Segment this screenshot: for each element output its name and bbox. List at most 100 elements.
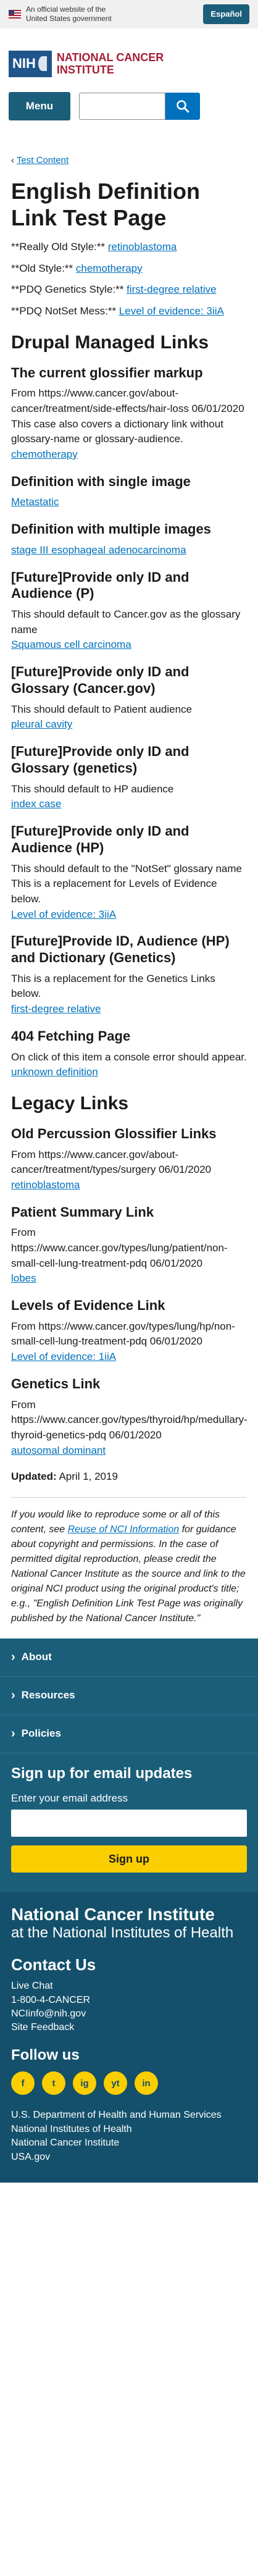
- section-link-row: first-degree relative: [11, 1002, 247, 1017]
- section-text: This should default to Patient audience: [11, 703, 192, 715]
- link-section: Genetics Link From https://www.cancer.gov…: [11, 1375, 248, 1458]
- definition-link[interactable]: index case: [11, 798, 61, 810]
- section-text: From https://www.cancer.gov/types/lung/p…: [11, 1227, 228, 1269]
- section-link-row: Metastatic: [11, 495, 247, 510]
- definition-link[interactable]: lobes: [11, 1272, 36, 1284]
- nih-logo-text: NIH: [12, 56, 36, 71]
- logo-line-1: NATIONAL CANCER: [56, 51, 164, 64]
- contact-list: Live Chat 1-800-4-CANCER NCIinfo@nih.gov Si…: [11, 1979, 247, 2035]
- definition-link[interactable]: Metastatic: [11, 496, 59, 508]
- section-title: Definition with single image: [11, 473, 191, 489]
- chevron-right-icon: ›: [11, 1650, 15, 1664]
- contact-link[interactable]: 1-800-4-CANCER: [11, 1994, 247, 2007]
- link-section: Definition with multiple images stage III…: [11, 521, 247, 558]
- link-section: [Future]Provide only ID and Glossary (ge…: [11, 744, 247, 812]
- youtube-icon[interactable]: yt: [104, 2071, 127, 2096]
- twitter-icon[interactable]: t: [42, 2071, 65, 2096]
- instagram-icon[interactable]: ig: [73, 2071, 96, 2096]
- gov-link[interactable]: National Institutes of Health: [11, 2123, 247, 2136]
- section-text: This should default to the "NotSet" glos…: [11, 862, 242, 875]
- contact-link[interactable]: Site Feedback: [11, 2021, 247, 2034]
- link-section: [Future]Provide only ID and Glossary (Ca…: [11, 664, 247, 732]
- chevron-left-icon: ‹: [11, 154, 17, 166]
- definition-link[interactable]: first-degree relative: [127, 283, 217, 295]
- definition-link[interactable]: unknown definition: [11, 1066, 98, 1078]
- intro-row: **Really Old Style:** retinoblastoma: [11, 240, 247, 255]
- nci-logo[interactable]: NIH NATIONAL CANCER INSTITUTE: [9, 51, 249, 77]
- reprint-notice: If you would like to reproduce some or a…: [11, 1496, 247, 1626]
- chevron-right-icon: ›: [11, 1689, 15, 1703]
- intro-row-label: **PDQ Genetics Style:**: [11, 283, 127, 296]
- section-link-row: Squamous cell carcinoma: [11, 637, 247, 653]
- facebook-icon[interactable]: f: [11, 2071, 35, 2096]
- section-title: The current glossifier markup: [11, 364, 203, 380]
- section-text: This case also covers a dictionary link …: [11, 417, 223, 445]
- updated-line: Updated: April 1, 2019: [11, 1469, 247, 1485]
- section-text: From https://www.cancer.gov/about-cancer…: [11, 1148, 212, 1176]
- section-link-row: chemotherapy: [11, 447, 247, 463]
- definition-link[interactable]: chemotherapy: [11, 448, 78, 460]
- breadcrumb-test-content[interactable]: Test Content: [17, 155, 69, 166]
- section-title: Genetics Link: [11, 1375, 101, 1391]
- footer-accordion-item[interactable]: › About: [0, 1638, 258, 1677]
- accordion-label: Policies: [21, 1727, 61, 1740]
- footer-org-name: National Cancer Institute: [11, 1904, 215, 1924]
- updated-label: Updated:: [11, 1471, 57, 1483]
- definition-link[interactable]: stage III esophageal adenocarcinoma: [11, 544, 186, 556]
- definition-link[interactable]: Level of evidence: 3iiA: [11, 908, 116, 920]
- follow-heading: Follow us: [11, 2046, 80, 2063]
- gov-link[interactable]: National Cancer Institute: [11, 2136, 247, 2150]
- reuse-nci-link[interactable]: Reuse of NCI Information: [68, 1524, 180, 1535]
- linkedin-icon[interactable]: in: [135, 2071, 158, 2096]
- nav-row: Menu: [9, 91, 249, 120]
- definition-link[interactable]: retinoblastoma: [108, 241, 177, 253]
- search-icon: [177, 99, 189, 113]
- section-title: [Future]Provide only ID and Audience (P): [11, 569, 189, 602]
- section-text: From https://www.cancer.gov/types/thyroi…: [11, 1398, 248, 1441]
- section-title: Levels of Evidence Link: [11, 1298, 165, 1313]
- gov-link[interactable]: U.S. Department of Health and Human Serv…: [11, 2108, 247, 2122]
- search-input[interactable]: [79, 92, 165, 120]
- menu-button[interactable]: Menu: [9, 91, 70, 120]
- drupal-heading: Drupal Managed Links: [11, 332, 209, 353]
- intro-rows: **Really Old Style:** retinoblastoma **Ol…: [11, 240, 247, 319]
- nih-swoosh-icon: [38, 56, 47, 72]
- gov-link[interactable]: USA.gov: [11, 2150, 247, 2164]
- definition-link[interactable]: Squamous cell carcinoma: [11, 639, 131, 650]
- link-section: [Future]Provide only ID and Audience (P)…: [11, 569, 247, 653]
- definition-link[interactable]: chemotherapy: [76, 262, 143, 274]
- signup-button[interactable]: Sign up: [11, 1845, 247, 1873]
- espanol-button[interactable]: Español: [203, 4, 249, 25]
- drupal-sections: The current glossifier markup From https:…: [11, 365, 247, 1017]
- email-field[interactable]: [11, 1809, 247, 1837]
- definition-link[interactable]: first-degree relative: [11, 1003, 101, 1015]
- contact-link[interactable]: Live Chat: [11, 1979, 247, 1993]
- signup-title: Sign up for email updates: [11, 1764, 193, 1782]
- footer-org-sub: at the National Institutes of Health: [11, 1924, 234, 1942]
- definition-link[interactable]: pleural cavity: [11, 718, 72, 730]
- intro-row-label: **Old Style:**: [11, 262, 76, 274]
- email-signup: Sign up for email updates Enter your ema…: [0, 1753, 258, 1892]
- footer-accordion-item[interactable]: › Policies: [0, 1715, 258, 1753]
- section-title: [Future]Provide only ID and Glossary (ge…: [11, 744, 189, 776]
- definition-link[interactable]: Level of evidence: 1iiA: [11, 1351, 116, 1362]
- definition-link[interactable]: retinoblastoma: [11, 1179, 80, 1191]
- definition-link[interactable]: Level of evidence: 3iiA: [119, 305, 224, 317]
- contact-link[interactable]: NCIinfo@nih.gov: [11, 2007, 247, 2021]
- section-title: [Future]Provide only ID and Audience (HP…: [11, 823, 189, 855]
- link-section: Levels of Evidence Link From https://www.…: [11, 1298, 247, 1365]
- footer-accordion-item[interactable]: › Resources: [0, 1677, 258, 1715]
- definition-link[interactable]: autosomal dominant: [11, 1445, 106, 1456]
- section-link-row: pleural cavity: [11, 717, 247, 732]
- reprint-after: for guidance about copyright and permiss…: [11, 1524, 246, 1624]
- section-text: This should default to HP audience: [11, 782, 174, 795]
- search-button[interactable]: [165, 92, 200, 120]
- fetch-paragraph: On click of this item a console error sh…: [11, 1050, 247, 1080]
- section-text: From https://www.cancer.gov/types/lung/h…: [11, 1320, 235, 1348]
- search-form: [79, 92, 200, 120]
- nih-logo-mark: NIH: [9, 51, 52, 77]
- page-title: English Definition Link Test Page: [11, 178, 200, 230]
- legacy-sections: Old Percussion Glossifier Links From http…: [11, 1126, 248, 1458]
- main-content: English Definition Link Test Page **Real…: [0, 178, 258, 1626]
- chevron-right-icon: ›: [11, 1727, 15, 1741]
